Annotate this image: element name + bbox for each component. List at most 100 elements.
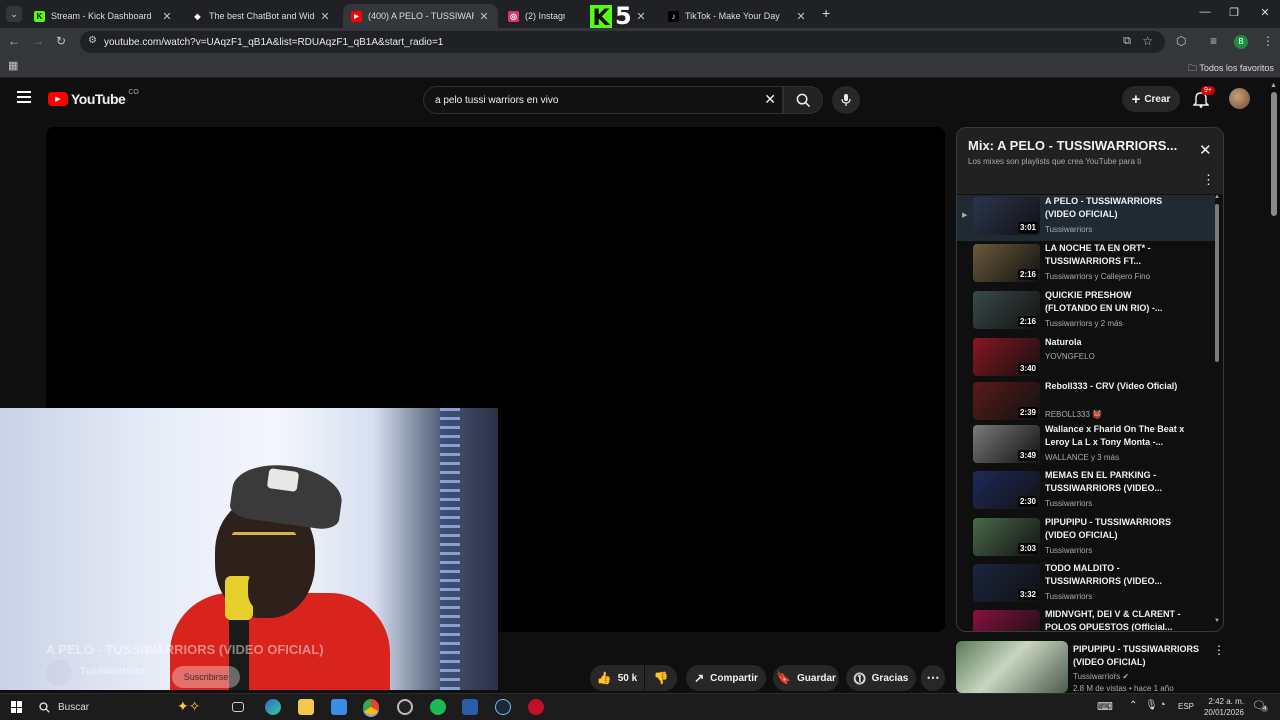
- wifi-icon[interactable]: ◔: [1159, 699, 1166, 711]
- voice-search-button[interactable]: [832, 86, 860, 114]
- create-button[interactable]: + Crear: [1122, 86, 1180, 112]
- playlist-thumbnail[interactable]: 3:49: [973, 425, 1040, 463]
- playlist-item-title: PIPUPIPU - TUSSIWARRIORS (VIDEO OFICIAL): [1045, 517, 1172, 540]
- notifications-button[interactable]: 9+: [1192, 86, 1215, 113]
- back-arrow-icon[interactable]: ←: [8, 34, 20, 48]
- scrollbar-up-arrow-icon[interactable]: ▲: [1270, 82, 1277, 89]
- playlist-item[interactable]: ▶ 3:01 A PELO - TUSSIWARRIORS (VIDEO OFICI…: [957, 195, 1215, 241]
- duration-badge: 3:49: [1017, 450, 1038, 461]
- playlist-more-icon[interactable]: ⋮: [1202, 172, 1215, 188]
- spotify-icon[interactable]: [430, 699, 446, 715]
- playlist-thumbnail[interactable]: [973, 610, 1040, 631]
- chrome-menu-icon[interactable]: ⋮: [1262, 34, 1274, 48]
- subscribe-button[interactable]: Suscribirse: [172, 666, 240, 688]
- guide-menu-icon[interactable]: [17, 91, 31, 103]
- recommended-video[interactable]: PIPUPIPU - TUSSIWARRIORS (VIDEO OFICIAL)…: [956, 641, 1225, 693]
- playlist-thumbnail[interactable]: 3:40: [973, 338, 1040, 376]
- playlist-item[interactable]: 2:16 QUICKIE PRESHOW (FLOTANDO EN UN RIO)…: [957, 289, 1215, 335]
- restore-window-button[interactable]: ❐: [1219, 6, 1249, 19]
- playlist-item[interactable]: 2:30 MEMAS EN EL PARKING - TUSSIWARRIORS …: [957, 469, 1215, 515]
- store-icon[interactable]: [331, 699, 347, 715]
- reload-icon[interactable]: ↻: [56, 34, 66, 48]
- file-explorer-icon[interactable]: [298, 699, 314, 715]
- edge-icon[interactable]: [265, 699, 281, 715]
- search-input[interactable]: a pelo tussi warriors en vivo ✕: [423, 86, 783, 114]
- task-view-icon[interactable]: [232, 702, 244, 712]
- thanks-button[interactable]: ⓵ Gracias: [846, 665, 916, 691]
- reading-list-icon[interactable]: ≡: [1210, 34, 1217, 48]
- close-tab-icon[interactable]: ✕: [478, 10, 490, 23]
- scrollbar-thumb[interactable]: [1271, 92, 1277, 216]
- search-button[interactable]: [783, 86, 823, 114]
- playlist-thumbnail[interactable]: 2:39: [973, 382, 1040, 420]
- playlist-scroll-thumb[interactable]: [1215, 204, 1219, 362]
- playlist-thumbnail[interactable]: 2:16: [973, 291, 1040, 329]
- tray-chevron-icon[interactable]: ⌃: [1129, 700, 1137, 711]
- close-playlist-icon[interactable]: ✕: [1199, 141, 1212, 159]
- language-indicator[interactable]: ESP: [1178, 702, 1194, 711]
- new-tab-button[interactable]: +: [822, 5, 830, 21]
- recommended-thumbnail[interactable]: [956, 641, 1068, 693]
- taskbar-search-box[interactable]: Buscar ✦✧: [33, 697, 221, 718]
- close-tab-icon[interactable]: ✕: [319, 10, 331, 23]
- youtube-logo[interactable]: ▶ YouTube CO: [48, 89, 139, 107]
- tab-search-button[interactable]: ⌄: [6, 6, 22, 22]
- apps-grid-icon[interactable]: ▦: [8, 59, 18, 72]
- bookmark-star-icon[interactable]: ☆: [1142, 34, 1153, 48]
- tab-tiktok[interactable]: ♪ TikTok - Make Your Day ✕: [660, 4, 815, 28]
- tab-kick-dashboard[interactable]: K Stream - Kick Dashboard ✕: [26, 4, 181, 28]
- playlist-thumbnail[interactable]: 2:16: [973, 244, 1040, 282]
- playlist-item[interactable]: 3:32 TODO MALDITO - TUSSIWARRIORS (VIDEO.…: [957, 562, 1215, 608]
- playlist-item[interactable]: 3:49 Wallance x Fharid On The Beat x Lero…: [957, 423, 1215, 469]
- calculator-icon[interactable]: [462, 699, 478, 715]
- profile-avatar[interactable]: B: [1234, 35, 1248, 49]
- close-tab-icon[interactable]: ✕: [635, 10, 647, 23]
- forward-arrow-icon[interactable]: →: [32, 34, 44, 48]
- playlist-item[interactable]: 2:39 Reboll333 - CRV (Video Oficial) REBOL…: [957, 380, 1215, 426]
- playlist-item[interactable]: MIDNVGHT, DEI V & CLARENT - POLOS OPUEST…: [957, 608, 1215, 631]
- close-tab-icon[interactable]: ✕: [795, 10, 807, 23]
- account-avatar[interactable]: [1229, 88, 1250, 109]
- all-bookmarks-folder[interactable]: 🗀 Todos los favoritos: [1188, 61, 1274, 77]
- page-scrollbar[interactable]: ▲: [1268, 78, 1280, 693]
- clock[interactable]: 2:42 a. m. 20/01/2026: [1200, 696, 1244, 718]
- clear-search-icon[interactable]: ✕: [764, 91, 776, 108]
- like-button[interactable]: 👍 50 k: [590, 665, 644, 691]
- extensions-icon[interactable]: ⬡: [1176, 34, 1186, 48]
- install-app-icon[interactable]: ⧉: [1123, 35, 1131, 48]
- chrome-icon[interactable]: [363, 699, 379, 715]
- search-icon: [39, 702, 50, 713]
- playlist-thumbnail[interactable]: 3:03: [973, 518, 1040, 556]
- tab-youtube-active[interactable]: ▶ (400) A PELO - TUSSIWARRIO ✕: [343, 4, 498, 28]
- address-bar[interactable]: ⚙ youtube.com/watch?v=UAqzF1_qB1A&list=R…: [80, 31, 1165, 53]
- minimize-window-button[interactable]: —: [1190, 6, 1220, 18]
- share-button[interactable]: ↗ Compartir: [686, 665, 766, 691]
- playlist-item-channel: WALLANCE y 3 más: [1045, 453, 1119, 462]
- mix-playlist-panel: Mix: A PELO - TUSSIWARRIORS... Los mixes…: [956, 127, 1224, 632]
- close-window-button[interactable]: ✕: [1250, 6, 1280, 19]
- recommended-more-icon[interactable]: ⋮: [1213, 643, 1225, 657]
- tray-mic-icon[interactable]: 🎙: [1145, 700, 1158, 711]
- dislike-button[interactable]: 👎: [645, 665, 677, 691]
- tab-chatbot-widgets[interactable]: ◆ The best ChatBot and Widgets ✕: [184, 4, 339, 28]
- playlist-title[interactable]: Mix: A PELO - TUSSIWARRIORS...: [968, 138, 1177, 153]
- save-button[interactable]: 🔖 Guardar: [773, 665, 839, 691]
- playlist-item[interactable]: 3:40 Naturola YOVNGFELO: [957, 336, 1215, 382]
- channel-avatar[interactable]: [46, 660, 72, 686]
- playlist-thumbnail[interactable]: 2:30: [973, 471, 1040, 509]
- playlist-thumbnail[interactable]: 3:32: [973, 564, 1040, 602]
- playlist-item[interactable]: 3:03 PIPUPIPU - TUSSIWARRIORS (VIDEO OFIC…: [957, 516, 1215, 562]
- obs-icon[interactable]: [397, 699, 413, 715]
- recorder-icon[interactable]: [528, 699, 544, 715]
- close-tab-icon[interactable]: ✕: [161, 10, 173, 23]
- more-actions-button[interactable]: ⋯: [921, 665, 945, 691]
- keyboard-icon[interactable]: ⌨: [1097, 700, 1113, 713]
- steam-icon[interactable]: [495, 699, 511, 715]
- windows-start-icon[interactable]: [11, 701, 23, 713]
- site-info-icon[interactable]: ⚙: [88, 35, 97, 46]
- tab-instagram[interactable]: ◎ (2) Instagram ✕: [500, 4, 655, 28]
- playlist-item[interactable]: 2:16 LA NOCHE TA EN ORT* - TUSSIWARRIORS …: [957, 242, 1215, 288]
- playlist-thumbnail[interactable]: 3:01: [973, 197, 1040, 235]
- channel-name[interactable]: Tussiwarriors: [80, 666, 145, 677]
- duration-badge: 3:40: [1017, 363, 1038, 374]
